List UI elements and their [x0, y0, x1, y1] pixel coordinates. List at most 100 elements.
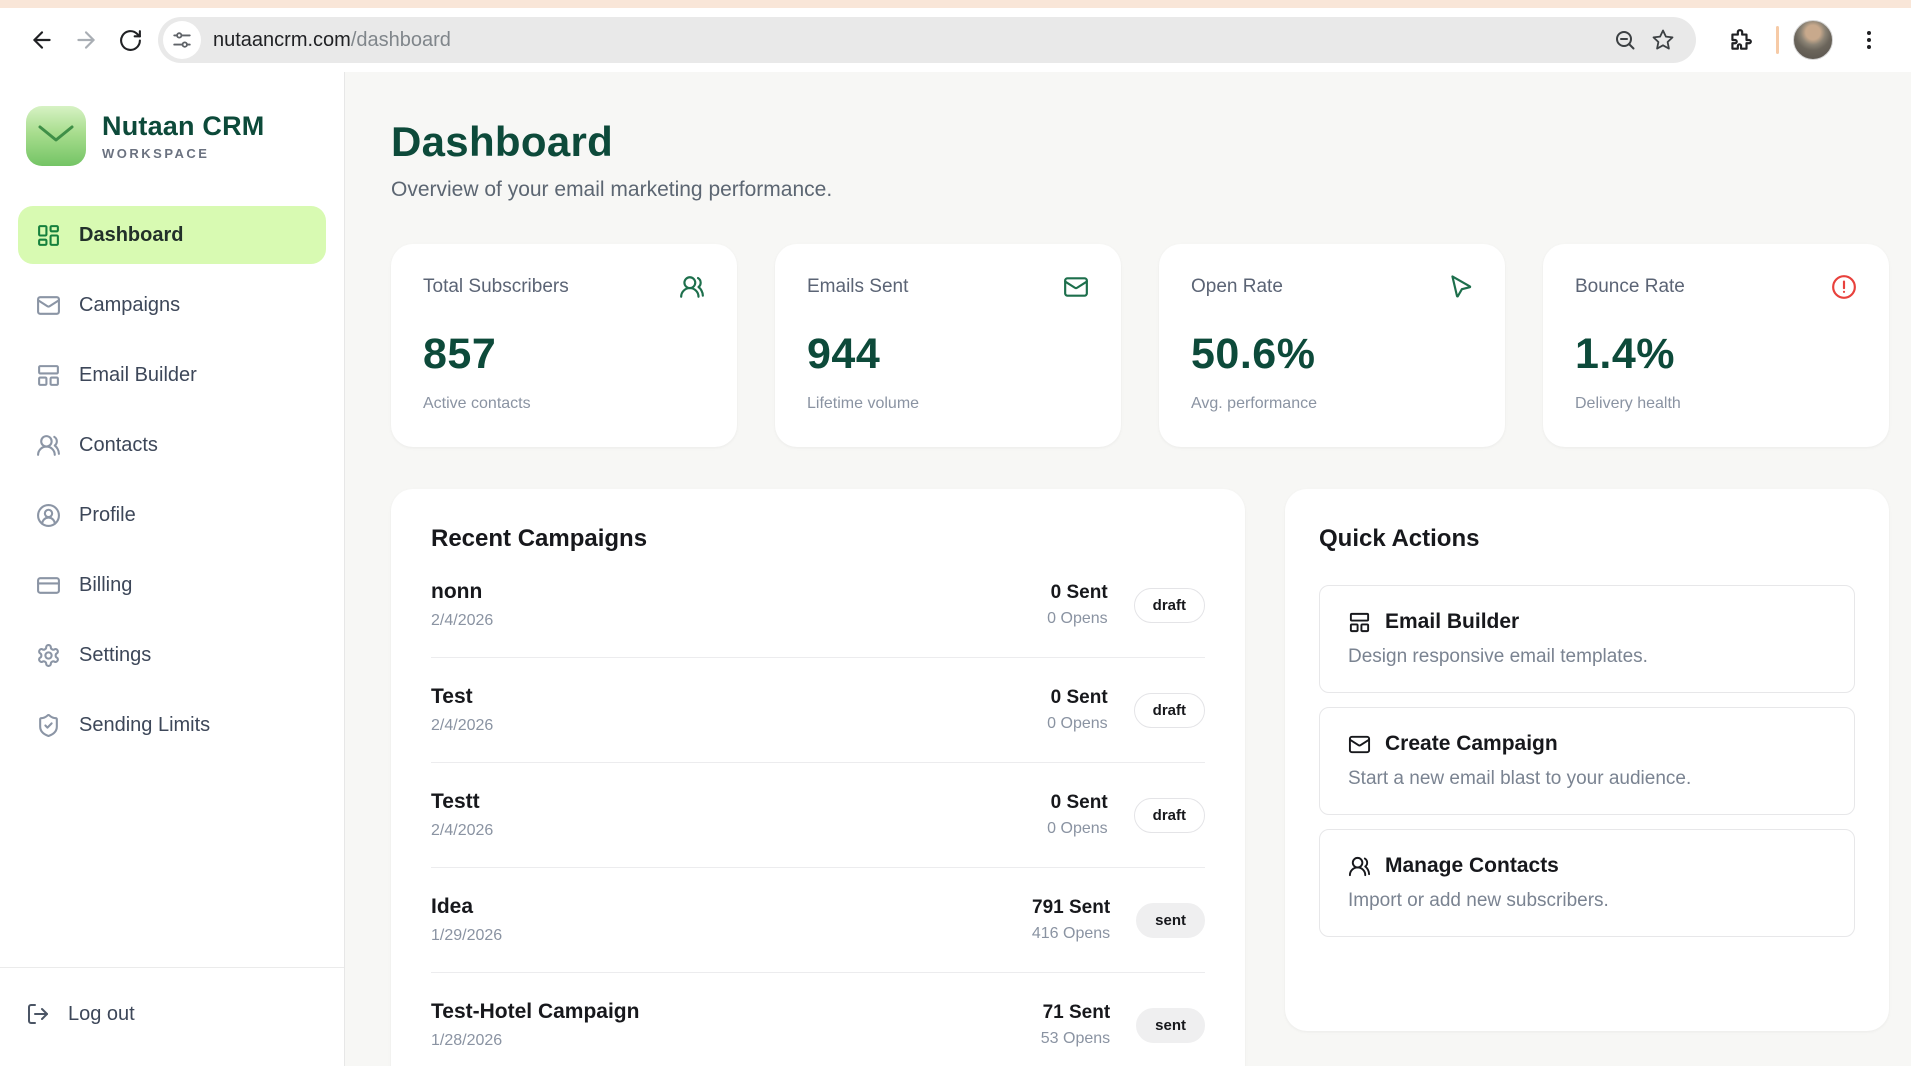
- campaign-row[interactable]: Idea 1/29/2026 791 Sent 416 Opens sent: [431, 868, 1205, 973]
- dashboard-grid-icon: [36, 223, 61, 248]
- stat-value: 944: [807, 330, 1089, 379]
- campaign-row[interactable]: nonn 2/4/2026 0 Sent 0 Opens draft: [431, 553, 1205, 658]
- extensions-button[interactable]: [1718, 18, 1762, 62]
- browser-forward-button[interactable]: [64, 18, 108, 62]
- sidebar-item-profile[interactable]: Profile: [18, 486, 326, 544]
- sidebar-nav: Dashboard Campaigns Email Builder: [18, 206, 326, 754]
- stat-card-emails-sent: Emails Sent 944 Lifetime volume: [775, 244, 1121, 447]
- logout-label: Log out: [68, 1003, 135, 1026]
- campaign-sent-count: 0 Sent: [1047, 687, 1107, 709]
- arrow-left-icon: [29, 27, 55, 53]
- tune-icon: [171, 29, 193, 51]
- users-icon: [1348, 855, 1371, 878]
- status-badge: draft: [1134, 693, 1205, 728]
- stat-sublabel: Lifetime volume: [807, 395, 1089, 413]
- campaign-opens-count: 53 Opens: [1041, 1030, 1110, 1048]
- stat-value: 50.6%: [1191, 330, 1473, 379]
- campaign-row[interactable]: Test-Hotel Campaign 1/28/2026 71 Sent 53…: [431, 973, 1205, 1066]
- campaign-name: Test-Hotel Campaign: [431, 1000, 639, 1024]
- campaign-name: nonn: [431, 580, 493, 604]
- sidebar-item-sending-limits[interactable]: Sending Limits: [18, 696, 326, 754]
- send-icon: [1447, 274, 1473, 300]
- sidebar-item-label: Dashboard: [79, 224, 183, 247]
- quick-action-title: Manage Contacts: [1385, 854, 1559, 878]
- alert-circle-icon: [1831, 274, 1857, 300]
- status-badge: sent: [1136, 1008, 1205, 1043]
- campaign-opens-count: 0 Opens: [1047, 715, 1107, 733]
- quick-action-desc: Start a new email blast to your audience…: [1348, 768, 1826, 790]
- main-content: Dashboard Overview of your email marketi…: [345, 72, 1911, 1066]
- browser-reload-button[interactable]: [108, 18, 152, 62]
- sidebar-item-billing[interactable]: Billing: [18, 556, 326, 614]
- zoom-out-button[interactable]: [1606, 21, 1644, 59]
- mail-icon: [1348, 733, 1371, 756]
- stat-value: 1.4%: [1575, 330, 1857, 379]
- campaign-date: 1/29/2026: [431, 927, 502, 945]
- reload-icon: [118, 28, 143, 53]
- campaign-opens-count: 416 Opens: [1032, 925, 1110, 943]
- campaign-sent-count: 71 Sent: [1041, 1002, 1110, 1024]
- recent-campaigns-panel: Recent Campaigns nonn 2/4/2026 0 Sent 0 …: [391, 489, 1245, 1066]
- campaign-sent-count: 0 Sent: [1047, 582, 1107, 604]
- stat-card-open-rate: Open Rate 50.6% Avg. performance: [1159, 244, 1505, 447]
- brand-name: Nutaan CRM: [102, 111, 265, 142]
- browser-actions: [1718, 18, 1891, 62]
- browser-back-button[interactable]: [20, 18, 64, 62]
- stat-value: 857: [423, 330, 705, 379]
- logout-button[interactable]: Log out: [26, 1002, 326, 1026]
- address-bar[interactable]: nutaancrm.com/dashboard: [158, 17, 1696, 63]
- star-icon: [1651, 28, 1675, 52]
- page-subtitle: Overview of your email marketing perform…: [391, 178, 1901, 202]
- campaign-sent-count: 0 Sent: [1047, 792, 1107, 814]
- puzzle-icon: [1727, 27, 1753, 53]
- stat-label: Open Rate: [1191, 276, 1283, 298]
- campaign-row[interactable]: Testt 2/4/2026 0 Sent 0 Opens draft: [431, 763, 1205, 868]
- browser-menu-button[interactable]: [1847, 18, 1891, 62]
- recent-campaigns-title: Recent Campaigns: [431, 525, 1205, 553]
- sidebar-item-label: Billing: [79, 574, 132, 597]
- quick-actions-panel: Quick Actions Email Builder Design respo…: [1285, 489, 1889, 1031]
- sidebar-item-label: Campaigns: [79, 294, 180, 317]
- quick-action-manage-contacts[interactable]: Manage Contacts Import or add new subscr…: [1319, 829, 1855, 937]
- campaign-row[interactable]: Test 2/4/2026 0 Sent 0 Opens draft: [431, 658, 1205, 763]
- stat-cards: Total Subscribers 857 Active contacts Em…: [391, 244, 1889, 447]
- url-display: nutaancrm.com/dashboard: [213, 29, 451, 52]
- toolbar-separator: [1776, 26, 1779, 54]
- gear-icon: [36, 643, 61, 668]
- status-badge: sent: [1136, 903, 1205, 938]
- logout-icon: [26, 1002, 50, 1026]
- stat-card-total-subscribers: Total Subscribers 857 Active contacts: [391, 244, 737, 447]
- profile-avatar[interactable]: [1793, 20, 1833, 60]
- status-badge: draft: [1134, 798, 1205, 833]
- campaign-opens-count: 0 Opens: [1047, 610, 1107, 628]
- brand-subtitle: WORKSPACE: [102, 146, 265, 161]
- sidebar-item-campaigns[interactable]: Campaigns: [18, 276, 326, 334]
- sidebar-item-dashboard[interactable]: Dashboard: [18, 206, 326, 264]
- sidebar-item-label: Sending Limits: [79, 714, 210, 737]
- stat-label: Emails Sent: [807, 276, 908, 298]
- campaign-name: Testt: [431, 790, 493, 814]
- users-icon: [679, 274, 705, 300]
- site-settings-button[interactable]: [163, 21, 201, 59]
- sidebar: Nutaan CRM WORKSPACE Dashboard Campaigns: [0, 72, 345, 1066]
- campaign-opens-count: 0 Opens: [1047, 820, 1107, 838]
- sidebar-item-label: Contacts: [79, 434, 158, 457]
- layout-icon: [1348, 611, 1371, 634]
- bookmark-button[interactable]: [1644, 21, 1682, 59]
- users-icon: [36, 433, 61, 458]
- sidebar-item-settings[interactable]: Settings: [18, 626, 326, 684]
- quick-actions-title: Quick Actions: [1319, 525, 1855, 553]
- mail-icon: [36, 293, 61, 318]
- url-path: /dashboard: [351, 29, 451, 51]
- quick-action-create-campaign[interactable]: Create Campaign Start a new email blast …: [1319, 707, 1855, 815]
- quick-action-email-builder[interactable]: Email Builder Design responsive email te…: [1319, 585, 1855, 693]
- stat-card-bounce-rate: Bounce Rate 1.4% Delivery health: [1543, 244, 1889, 447]
- sidebar-item-label: Settings: [79, 644, 151, 667]
- stat-sublabel: Active contacts: [423, 395, 705, 413]
- sidebar-item-contacts[interactable]: Contacts: [18, 416, 326, 474]
- sidebar-item-email-builder[interactable]: Email Builder: [18, 346, 326, 404]
- user-circle-icon: [36, 503, 61, 528]
- brand: Nutaan CRM WORKSPACE: [18, 106, 326, 166]
- quick-action-title: Create Campaign: [1385, 732, 1558, 756]
- browser-theme-strip: [0, 0, 1911, 8]
